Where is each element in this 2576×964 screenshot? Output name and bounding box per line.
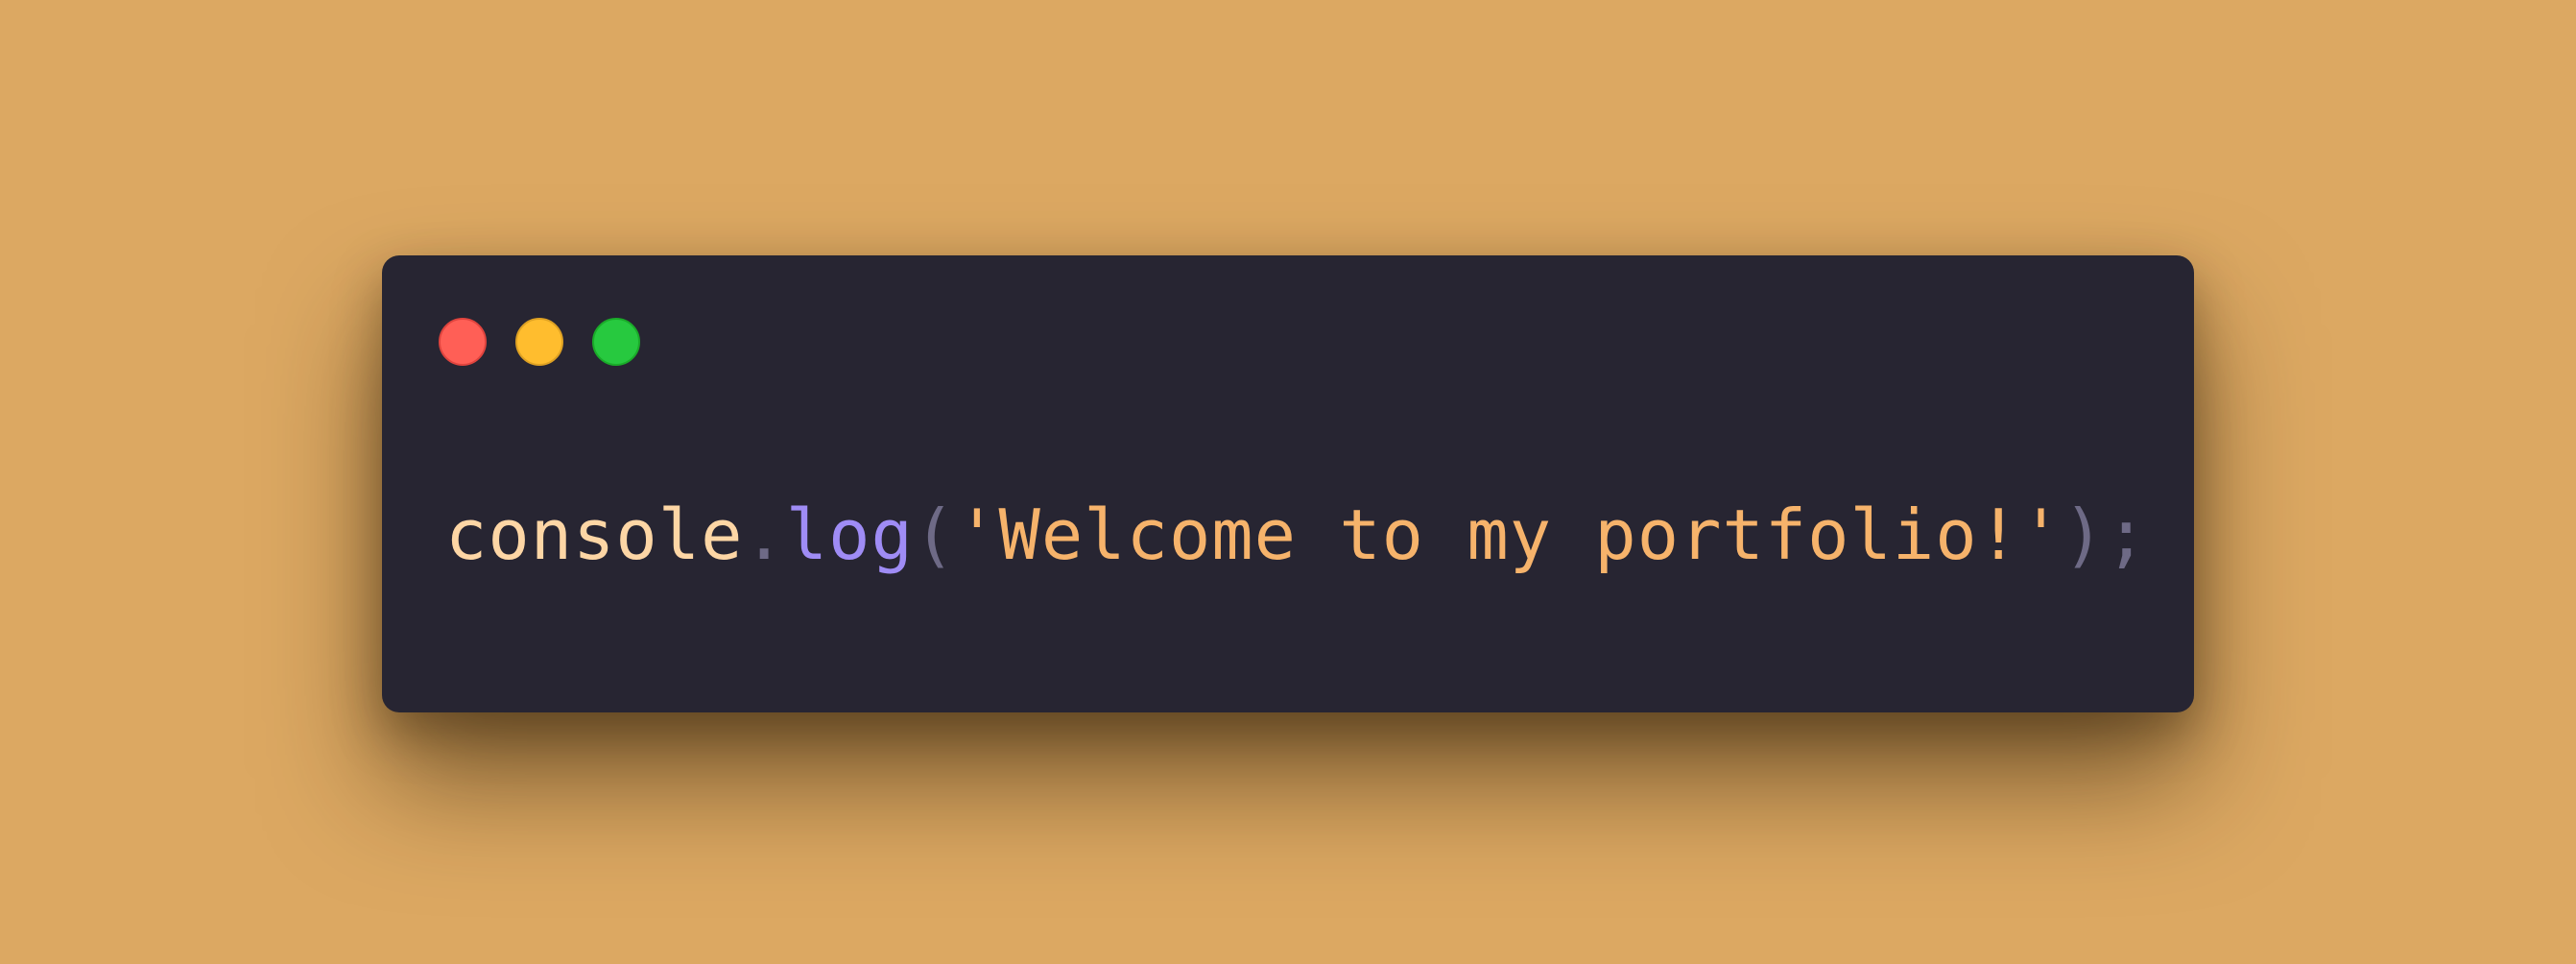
page: { "window": { "controls": [ {"name": "cl… [0, 0, 2576, 964]
close-dot-icon[interactable] [439, 318, 487, 366]
code-dot: . [743, 494, 786, 575]
code-line: console.log('Welcome to my portfolio!'); [445, 500, 2148, 569]
code-semicolon: ; [2105, 494, 2148, 575]
code-window: console.log('Welcome to my portfolio!'); [382, 255, 2194, 712]
code-string: 'Welcome to my portfolio!' [956, 494, 2063, 575]
code-method: log [785, 494, 914, 575]
maximize-dot-icon[interactable] [592, 318, 640, 366]
window-controls [439, 317, 640, 367]
code-open-paren: ( [913, 494, 957, 575]
minimize-dot-icon[interactable] [515, 318, 563, 366]
code-object: console [445, 494, 744, 575]
code-close-paren: ) [2063, 494, 2106, 575]
